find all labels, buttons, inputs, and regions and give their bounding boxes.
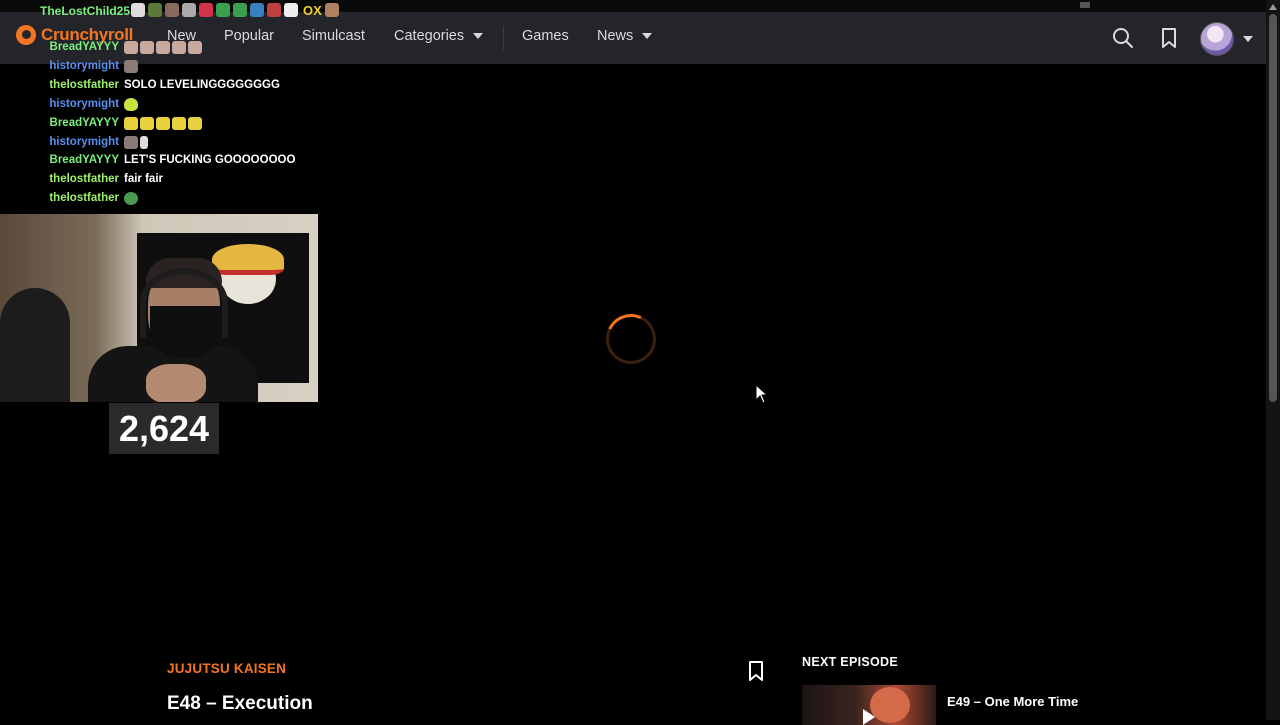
chat-username: BreadYAYYY (49, 117, 119, 129)
emote-icon (267, 3, 281, 17)
scroll-up-arrow-icon[interactable] (1269, 4, 1277, 10)
next-episode-label: NEXT EPISODE (802, 655, 898, 669)
chat-message: historymight (0, 133, 320, 151)
emote-icon (140, 116, 154, 130)
bookmark-icon[interactable] (746, 660, 766, 682)
avatar[interactable] (1200, 22, 1234, 56)
chat-message-body (124, 116, 202, 130)
chat-username: BreadYAYYY (49, 154, 119, 166)
emote-icon (284, 3, 298, 17)
next-episode-title[interactable]: E49 – One More Time (947, 694, 1078, 709)
emote-icon (182, 3, 196, 17)
emote-icon (156, 116, 170, 130)
nav-categories[interactable]: Categories (394, 28, 484, 44)
emote-icon (165, 3, 179, 17)
chat-username: thelostfather (49, 79, 119, 91)
chat-message: thelostfather (0, 189, 320, 207)
chevron-down-icon (473, 33, 484, 40)
chat-top-username: TheLostChild25 (40, 4, 131, 18)
emote-icon (124, 97, 138, 111)
bookmark-icon[interactable] (1157, 26, 1181, 50)
chat-message: historymight (0, 57, 320, 75)
mouse-cursor-icon (755, 384, 769, 404)
flag-strawhat (212, 244, 284, 275)
emote-icon (324, 3, 339, 17)
emote-icon (124, 116, 138, 130)
streamer-webcam (0, 214, 318, 402)
chat-username: BreadYAYYY (49, 41, 119, 53)
chat-username: thelostfather (49, 192, 119, 204)
chevron-down-icon[interactable] (1243, 36, 1253, 42)
chat-message-body (124, 97, 138, 111)
emote-icon (156, 40, 170, 54)
chevron-down-icon (642, 33, 653, 40)
scrollbar[interactable] (1266, 0, 1280, 720)
chat-message-body (124, 135, 148, 149)
chat-message: historymight (0, 95, 320, 113)
chat-message: thelostfather SOLO LEVELINGGGGGGGG (0, 76, 320, 94)
emote-icon (188, 40, 202, 54)
emote-icon (199, 3, 213, 17)
nav-news-label: News (597, 28, 634, 44)
chat-username: historymight (49, 136, 119, 148)
series-title-link[interactable]: JUJUTSU KAISEN (167, 661, 286, 676)
emote-icon (131, 3, 145, 17)
chat-emote-text: OX (303, 3, 322, 18)
emote-icon (148, 3, 162, 17)
emote-icon (124, 191, 138, 205)
emote-icon (250, 3, 264, 17)
emote-icon (124, 40, 138, 54)
chat-message: BreadYAYYY LET'S FUCKING GOOOOOOOO (0, 151, 320, 169)
emote-icon (233, 3, 247, 17)
streamer-hand (146, 364, 206, 402)
chat-message: thelostfather fair fair (0, 170, 320, 188)
nav-divider (503, 26, 504, 50)
emote-icon (124, 59, 138, 73)
episode-title: E48 – Execution (167, 693, 313, 714)
headphones (140, 268, 228, 338)
chat-username: historymight (49, 98, 119, 110)
chat-message-body (124, 59, 138, 73)
search-icon[interactable] (1111, 26, 1135, 50)
emote-icon (140, 135, 148, 149)
emote-icon (140, 40, 154, 54)
chat-message-text: SOLO LEVELINGGGGGGGG (124, 79, 280, 91)
chat-message: BreadYAYYY (0, 114, 320, 132)
emote-icon (188, 116, 202, 130)
chat-message-body (124, 40, 202, 54)
emote-icon (216, 3, 230, 17)
chat-username: historymight (49, 60, 119, 72)
scrollbar-thumb[interactable] (1269, 14, 1277, 402)
viewer-counter: 2,624 (109, 403, 219, 454)
chat-message-text: LET'S FUCKING GOOOOOOOO (124, 154, 296, 166)
chat-message-body (124, 191, 138, 205)
chat-emote-strip: OX (131, 3, 339, 18)
loading-spinner (598, 306, 664, 372)
nav-categories-label: Categories (394, 28, 465, 44)
emote-icon (124, 135, 138, 149)
microphone (0, 288, 70, 402)
nav-news[interactable]: News (597, 28, 653, 44)
chat-message-text: fair fair (124, 173, 163, 185)
emote-icon (172, 116, 186, 130)
chat-message: BreadYAYYY (0, 38, 320, 56)
thumbnail-character (870, 687, 910, 723)
nav-games[interactable]: Games (522, 28, 569, 44)
next-episode-thumbnail[interactable] (802, 685, 936, 725)
emote-icon (172, 40, 186, 54)
chat-username: thelostfather (49, 173, 119, 185)
play-icon[interactable] (863, 709, 875, 725)
